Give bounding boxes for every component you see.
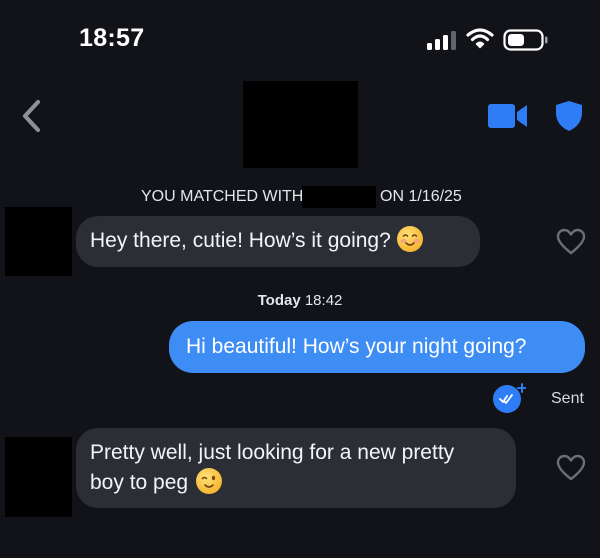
match-date-text: ON 1/16/25 bbox=[380, 188, 462, 205]
timestamp-time: 18:42 bbox=[304, 292, 343, 309]
redacted-sender-avatar[interactable] bbox=[5, 437, 72, 517]
incoming-message-bubble[interactable]: Pretty well, just looking for a new pret… bbox=[76, 428, 516, 508]
timestamp-separator: Today 18:42 bbox=[0, 292, 600, 309]
wifi-icon bbox=[466, 28, 494, 49]
redacted-match-name bbox=[302, 186, 376, 208]
message-text-line-2-text: boy to peg bbox=[90, 471, 189, 494]
video-camera-icon[interactable] bbox=[488, 103, 528, 129]
back-chevron-icon[interactable] bbox=[16, 98, 50, 134]
smiling-blush-emoji-icon bbox=[396, 226, 423, 252]
timestamp-day: Today bbox=[257, 292, 301, 309]
battery-icon bbox=[503, 29, 548, 51]
heart-like-icon[interactable] bbox=[556, 228, 586, 256]
winking-emoji-icon bbox=[196, 468, 223, 494]
redacted-profile-photo[interactable] bbox=[243, 81, 358, 168]
message-text: Hey there, cutie! How’s it going? bbox=[90, 229, 391, 252]
outgoing-message-bubble[interactable]: Hi beautiful! How’s your night going? bbox=[169, 321, 585, 373]
message-text-line-2: boy to peg bbox=[90, 468, 502, 498]
match-info: YOU MATCHED WITH ON 1/16/25 bbox=[0, 186, 600, 208]
incoming-message-bubble[interactable]: Hey there, cutie! How’s it going? bbox=[76, 216, 480, 267]
heart-like-icon[interactable] bbox=[556, 454, 586, 482]
status-time: 18:57 bbox=[79, 24, 145, 52]
message-text-line-1: Pretty well, just looking for a new pret… bbox=[90, 441, 455, 464]
message-text: Hi beautiful! How’s your night going? bbox=[186, 335, 527, 358]
match-prefix-text: YOU MATCHED WITH bbox=[141, 188, 304, 205]
sent-checkmark-icon[interactable] bbox=[492, 382, 526, 414]
redacted-sender-avatar[interactable] bbox=[5, 207, 72, 276]
sent-status-label: Sent bbox=[551, 390, 584, 407]
cellular-signal-icon bbox=[427, 30, 457, 50]
safety-shield-icon[interactable] bbox=[555, 100, 583, 132]
